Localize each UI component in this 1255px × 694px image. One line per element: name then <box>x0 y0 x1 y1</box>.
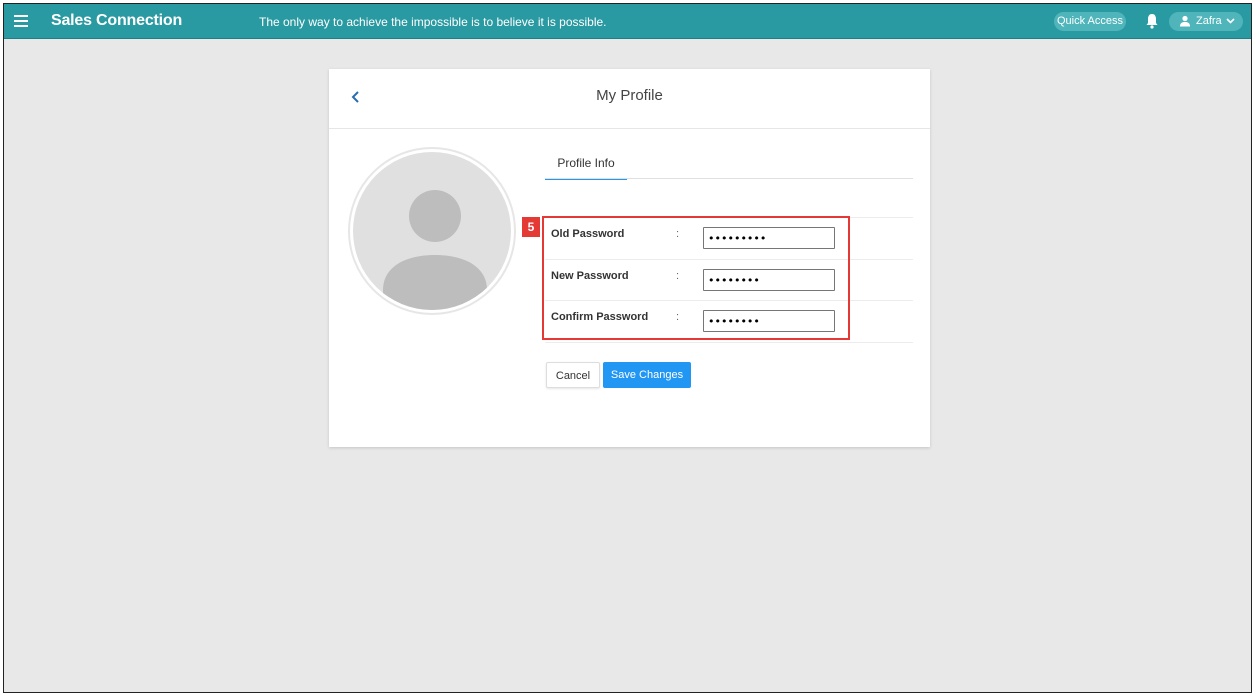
separator-colon: : <box>676 270 680 282</box>
bell-icon[interactable] <box>1145 13 1159 29</box>
separator-colon: : <box>676 311 680 323</box>
card-header: My Profile <box>329 69 930 129</box>
new-password-row: New Password : <box>545 259 913 301</box>
header-quote: The only way to achieve the impossible i… <box>259 15 607 29</box>
menu-icon[interactable] <box>14 15 28 27</box>
step-badge: 5 <box>522 217 540 237</box>
old-password-label: Old Password <box>551 228 625 240</box>
user-name: Zafra <box>1196 15 1222 27</box>
avatar[interactable] <box>348 147 516 315</box>
app-title[interactable]: Sales Connection <box>51 12 182 30</box>
profile-card: My Profile Profile Info Old Password : N… <box>329 69 930 447</box>
quick-access-button[interactable]: Quick Access <box>1054 12 1126 31</box>
old-password-row: Old Password : <box>545 217 913 259</box>
user-icon <box>1180 15 1190 27</box>
confirm-password-input[interactable] <box>703 310 835 332</box>
chevron-down-icon <box>1226 18 1235 24</box>
new-password-input[interactable] <box>703 269 835 291</box>
top-bar: Sales Connection The only way to achieve… <box>4 4 1251 39</box>
new-password-label: New Password <box>551 270 629 282</box>
page-title: My Profile <box>596 87 663 104</box>
app-window: Sales Connection The only way to achieve… <box>3 3 1252 693</box>
save-changes-button[interactable]: Save Changes <box>603 362 691 388</box>
separator-colon: : <box>676 228 680 240</box>
confirm-password-row: Confirm Password : <box>545 300 913 343</box>
confirm-password-label: Confirm Password <box>551 311 649 323</box>
cancel-button[interactable]: Cancel <box>546 362 600 388</box>
user-menu-button[interactable]: Zafra <box>1169 12 1243 31</box>
old-password-input[interactable] <box>703 227 835 249</box>
avatar-placeholder-icon <box>383 190 487 310</box>
tab-profile-info[interactable]: Profile Info <box>545 148 627 180</box>
tab-divider <box>545 178 913 179</box>
